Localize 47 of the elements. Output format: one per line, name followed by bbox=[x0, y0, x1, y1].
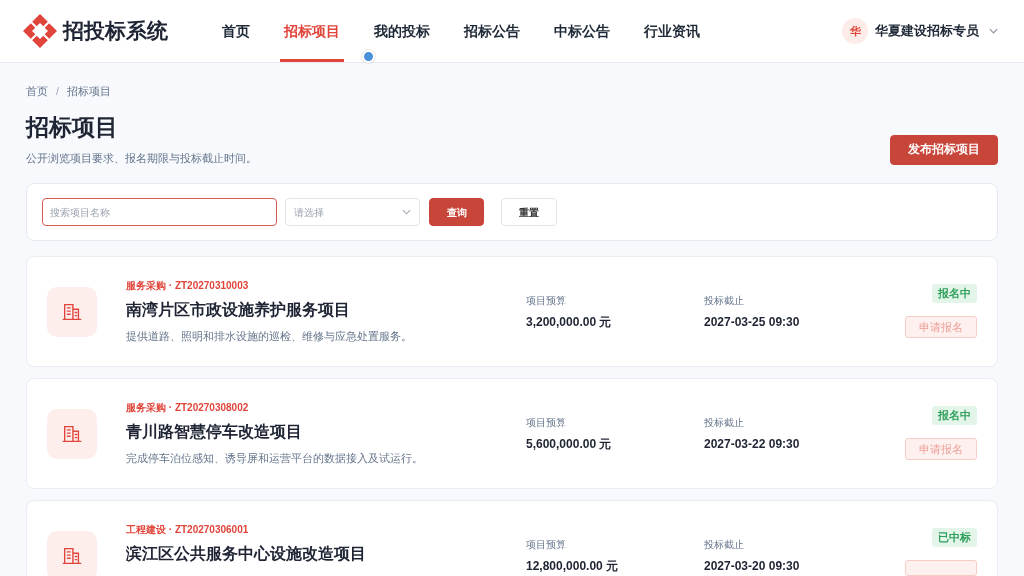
project-title[interactable]: 南湾片区市政设施养护服务项目 bbox=[126, 300, 526, 320]
breadcrumb-separator: / bbox=[56, 84, 59, 98]
status-badge: 报名中 bbox=[932, 406, 977, 425]
brand-name: 招投标系统 bbox=[63, 18, 168, 45]
project-title[interactable]: 青川路智慧停车改造项目 bbox=[126, 422, 526, 442]
building-icon bbox=[47, 531, 97, 576]
breadcrumb-link[interactable]: 首页 bbox=[26, 84, 48, 98]
page-title: 招标项目 bbox=[26, 113, 119, 141]
budget-label: 项目预算 bbox=[526, 294, 567, 307]
project-category-code: 工程建设 · ZT20270306001 bbox=[126, 523, 250, 536]
query-button[interactable]: 查询 bbox=[429, 198, 484, 226]
search-field[interactable]: 搜索项目名称 bbox=[42, 198, 277, 226]
deadline-label: 投标截止 bbox=[704, 538, 745, 551]
chevron-down-icon bbox=[402, 209, 411, 215]
project-category-code: 服务采购 · ZT20270308002 bbox=[126, 401, 250, 414]
nav-tab[interactable]: 我的投标 bbox=[370, 0, 434, 62]
budget-value: 5,600,000.00 元 bbox=[526, 437, 613, 451]
status-badge: 已中标 bbox=[932, 528, 977, 547]
breadcrumb-current: 招标项目 bbox=[66, 84, 111, 98]
budget-value: 3,200,000.00 元 bbox=[526, 315, 613, 329]
project-description: 提供道路、照明和排水设施的巡检、维修与应急处置服务。 bbox=[126, 329, 413, 343]
deadline-label: 投标截止 bbox=[704, 294, 745, 307]
user-avatar: 华 bbox=[842, 18, 868, 44]
budget-label: 项目预算 bbox=[526, 538, 567, 551]
nav-tab[interactable]: 招标公告 bbox=[460, 0, 524, 62]
page-subtitle: 公开浏览项目要求、报名期限与投标截止时间。 bbox=[26, 151, 257, 166]
nav-tab[interactable]: 中标公告 bbox=[550, 0, 614, 62]
publish-button[interactable]: 发布招标项目 bbox=[890, 135, 998, 165]
reset-button[interactable]: 重置 bbox=[501, 198, 557, 226]
deadline-value: 2027-03-22 09:30 bbox=[704, 437, 801, 451]
project-description: 完成停车泊位感知、诱导屏和运营平台的数据接入及试运行。 bbox=[126, 451, 424, 465]
status-badge: 报名中 bbox=[932, 284, 977, 303]
project-title[interactable]: 滨江区公共服务中心设施改造项目 bbox=[126, 544, 526, 564]
nav-tab[interactable]: 首页 bbox=[218, 0, 254, 62]
budget-label: 项目预算 bbox=[526, 416, 567, 429]
project-category-code: 服务采购 · ZT20270310003 bbox=[126, 279, 250, 292]
nav-tab[interactable]: 招标项目 bbox=[280, 0, 344, 62]
building-icon bbox=[47, 409, 97, 459]
building-icon bbox=[47, 287, 97, 337]
deadline-label: 投标截止 bbox=[704, 416, 745, 429]
deadline-value: 2027-03-20 09:30 bbox=[704, 559, 801, 573]
chevron-down-icon[interactable] bbox=[989, 28, 998, 34]
deadline-value: 2027-03-25 09:30 bbox=[704, 315, 801, 329]
budget-value: 12,800,000.00 元 bbox=[526, 559, 620, 573]
user-name[interactable]: 华夏建设招标专员 bbox=[875, 21, 979, 41]
logo-icon bbox=[22, 13, 58, 49]
nav-tab[interactable]: 行业资讯 bbox=[640, 0, 704, 62]
